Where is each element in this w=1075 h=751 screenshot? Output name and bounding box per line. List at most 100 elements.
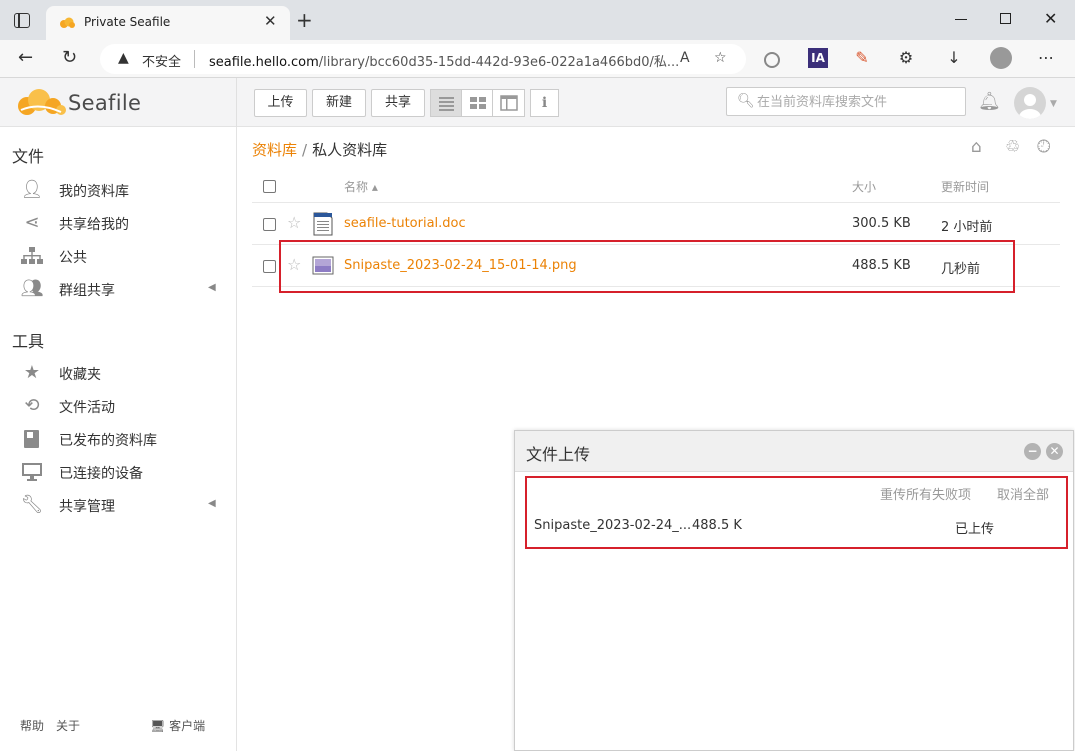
sidebar-item-group-shares[interactable]: 👥︎ 群组共享 ◀: [20, 275, 225, 303]
monitor-icon: [20, 462, 44, 482]
sidebar: 文件 👤︎ 我的资料库 ⋖ 共享给我的 公共 👥︎ 群组共享 ◀ 工具 ★ 收藏…: [0, 127, 237, 751]
star-icon: ★: [23, 362, 41, 383]
sidebar-item-public[interactable]: 公共: [20, 242, 225, 270]
column-header-updated[interactable]: 更新时间: [941, 178, 989, 195]
sidebar-item-label: 公共: [59, 250, 87, 266]
search-box: 🔍︎: [726, 87, 966, 116]
user-icon: 👤︎: [20, 179, 44, 200]
sidebar-item-published-libraries[interactable]: 已发布的资料库: [20, 425, 225, 453]
sidebar-item-my-libraries[interactable]: 👤︎ 我的资料库: [20, 176, 225, 204]
caret-left-icon[interactable]: ◀: [208, 498, 216, 509]
doc-file-icon: [313, 212, 333, 236]
sidebar-item-favorites[interactable]: ★ 收藏夹: [20, 359, 225, 387]
breadcrumb-root-link[interactable]: 资料库: [252, 141, 297, 159]
table-header-row: 名称 ▴ 大小 更新时间: [252, 171, 1060, 203]
tag-icon[interactable]: ⌂: [971, 137, 982, 157]
downloads-icon[interactable]: ↓: [944, 48, 964, 68]
security-label[interactable]: 不安全: [142, 51, 181, 70]
history-clock-icon[interactable]: 🕘︎: [1037, 137, 1050, 157]
monitor-shape-icon: [22, 463, 42, 481]
notification-bell-icon[interactable]: 🔔︎: [978, 91, 1001, 112]
sidebar-item-linked-devices[interactable]: 已连接的设备: [20, 458, 225, 486]
header-divider: [236, 78, 237, 127]
upload-button[interactable]: 上传: [254, 89, 307, 117]
extension-circle-icon[interactable]: [764, 52, 780, 68]
sidebar-heading-files: 文件: [12, 147, 45, 166]
window-minimize-icon[interactable]: [955, 19, 967, 21]
row-checkbox[interactable]: [263, 218, 276, 231]
highlight-box-upload-item: [525, 476, 1068, 549]
tab-close-icon[interactable]: ✕: [264, 12, 277, 30]
breadcrumb-separator: /: [302, 141, 308, 159]
seafile-favicon-icon: [60, 17, 75, 28]
file-name-link[interactable]: seafile-tutorial.doc: [344, 216, 466, 231]
warning-icon[interactable]: ▲: [118, 50, 129, 66]
info-button[interactable]: i: [530, 89, 559, 117]
seafile-logo-icon: [18, 89, 66, 115]
recycle-icon[interactable]: ♲: [1005, 137, 1020, 157]
column-header-size[interactable]: 大小: [852, 178, 876, 195]
help-link[interactable]: 帮助: [20, 717, 44, 734]
highlight-box-file-row: [279, 240, 1015, 293]
view-mode-group: [430, 89, 525, 117]
back-icon[interactable]: ←: [18, 48, 33, 68]
close-icon[interactable]: ✕: [1046, 443, 1063, 460]
star-icon[interactable]: ☆: [287, 213, 301, 232]
about-link[interactable]: 关于: [56, 717, 80, 734]
client-label: 客户端: [169, 719, 206, 733]
reload-icon[interactable]: ↻: [62, 48, 77, 68]
browser-tab[interactable]: Private Seafile ✕: [46, 6, 290, 40]
read-aloud-icon[interactable]: A: [680, 50, 690, 66]
window-maximize-icon[interactable]: [1000, 13, 1011, 24]
minimize-icon[interactable]: −: [1024, 443, 1041, 460]
table-row[interactable]: ☆ seafile-tutorial.doc 300.5 KB 2 小时前: [252, 203, 1060, 245]
extension-brush-icon[interactable]: ✎: [852, 48, 872, 68]
extensions-puzzle-icon[interactable]: ⚙: [896, 48, 916, 68]
new-button[interactable]: 新建: [312, 89, 366, 117]
profile-icon[interactable]: [990, 47, 1012, 69]
desktop-icon: 🖥︎: [150, 719, 166, 733]
extension-ia-icon[interactable]: IA: [808, 48, 828, 68]
file-updated-time: 2 小时前: [941, 220, 993, 235]
list-view-button[interactable]: [431, 90, 462, 116]
url-path: /library/bcc60d35-15dd-442d-93e6-022a1a4…: [318, 55, 680, 70]
sidebar-heading-tools: 工具: [12, 332, 45, 351]
upload-dialog-header: 文件上传 − ✕: [515, 431, 1073, 472]
avatar[interactable]: [1014, 87, 1046, 119]
tab-actions-icon[interactable]: [14, 13, 30, 28]
history-icon: ⟲: [24, 395, 40, 416]
sidebar-item-label: 收藏夹: [59, 367, 101, 383]
breadcrumb-current: 私人资料库: [312, 141, 388, 159]
row-checkbox[interactable]: [263, 260, 276, 273]
window-close-icon[interactable]: ✕: [1044, 9, 1057, 28]
org-chart-icon: [21, 247, 43, 264]
breadcrumb: 资料库 / 私人资料库: [252, 139, 387, 160]
grid-view-button[interactable]: [462, 90, 493, 116]
sidebar-item-file-activity[interactable]: ⟲ 文件活动: [20, 392, 225, 420]
org-icon: [20, 246, 44, 266]
client-link[interactable]: 🖥︎ 客户端: [150, 717, 205, 734]
search-input[interactable]: [757, 92, 957, 112]
sidebar-item-label: 我的资料库: [59, 184, 129, 200]
share-button[interactable]: 共享: [371, 89, 425, 117]
wrench-icon: 🔧︎: [20, 494, 44, 515]
url-text[interactable]: seafile.hello.com/library/bcc60d35-15dd-…: [209, 51, 679, 70]
select-all-checkbox[interactable]: [263, 180, 276, 193]
sidebar-item-shared-with-me[interactable]: ⋖ 共享给我的: [20, 209, 225, 237]
column-header-name[interactable]: 名称 ▴: [344, 178, 378, 195]
caret-left-icon[interactable]: ◀: [208, 282, 216, 293]
sidebar-item-label: 共享管理: [59, 499, 115, 515]
sidebar-item-label: 已发布的资料库: [59, 433, 157, 449]
avatar-caret-icon[interactable]: ▼: [1050, 99, 1057, 109]
columns-view-icon: [500, 95, 518, 111]
search-icon: 🔍︎: [737, 93, 755, 109]
new-tab-icon[interactable]: +: [296, 10, 313, 30]
address-bar[interactable]: ▲ 不安全 seafile.hello.com/library/bcc60d35…: [100, 44, 746, 74]
columns-view-button[interactable]: [493, 90, 524, 116]
more-menu-icon[interactable]: ⋯: [1036, 48, 1056, 68]
sidebar-item-share-admin[interactable]: 🔧︎ 共享管理 ◀: [20, 491, 225, 519]
url-host: seafile.hello.com: [209, 55, 319, 70]
browser-tab-bar: Private Seafile ✕ + ✕: [0, 0, 1075, 40]
favorite-add-icon[interactable]: ☆: [714, 50, 727, 66]
book-icon: [20, 429, 44, 449]
